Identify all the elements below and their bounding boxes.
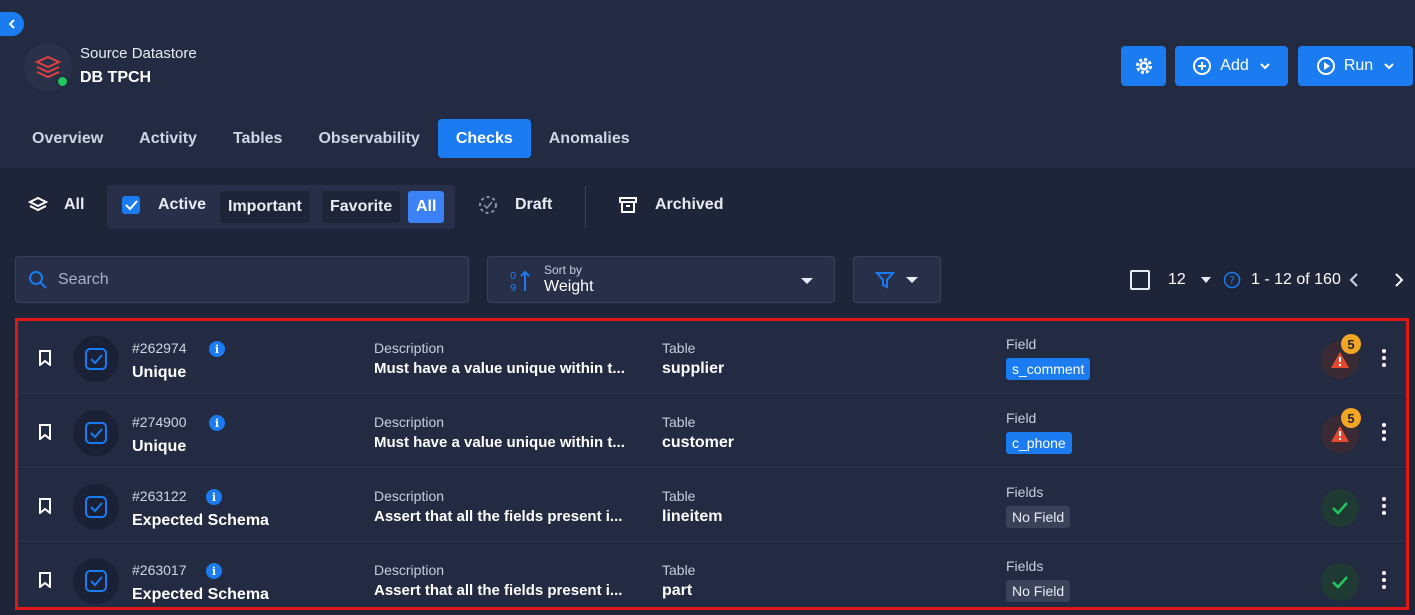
check-square-icon (122, 196, 140, 214)
chip-important[interactable]: Important (220, 191, 310, 223)
caret-down-icon (906, 276, 918, 283)
chip-favorite[interactable]: Favorite (322, 191, 401, 223)
next-page-button[interactable] (1393, 268, 1405, 292)
chevron-down-icon (1260, 63, 1270, 70)
plus-circle-icon (1193, 57, 1212, 75)
caret-down-icon (1200, 277, 1211, 283)
prev-page-button[interactable] (1348, 268, 1360, 292)
svg-text:9: 9 (510, 283, 516, 293)
svg-text:?: ? (1229, 274, 1235, 287)
sort-label: Sort by (544, 263, 583, 277)
tab-anomalies[interactable]: Anomalies (531, 119, 648, 158)
funnel-icon (875, 271, 895, 289)
chip-all[interactable]: All (408, 191, 445, 223)
gear-icon (1135, 58, 1152, 74)
archive-icon (619, 197, 637, 213)
page-size-select[interactable]: 12 (1168, 268, 1212, 292)
filter-active-label: Active (158, 196, 207, 213)
sort-icon: 0 9 (510, 270, 530, 293)
checkbox-icon (1130, 270, 1150, 290)
select-all-checkbox[interactable] (1130, 268, 1150, 292)
layers-icon (28, 196, 48, 212)
datastore-tabs: Overview Activity Tables Observability C… (14, 119, 648, 158)
filter-archived[interactable]: Archived (618, 186, 723, 224)
tab-tables[interactable]: Tables (215, 119, 301, 158)
tab-activity[interactable]: Activity (121, 119, 215, 158)
datastore-type-label: Source Datastore (80, 45, 197, 62)
tab-checks[interactable]: Checks (437, 119, 531, 158)
play-circle-icon (1316, 57, 1335, 75)
datastore-name: DB TPCH (80, 69, 152, 86)
draft-circle-icon (479, 196, 497, 214)
filter-button[interactable] (853, 256, 941, 303)
sort-value: Weight (544, 278, 594, 295)
page-size-value: 12 (1168, 271, 1186, 288)
filter-all-label: All (64, 196, 85, 213)
svg-text:0: 0 (510, 271, 516, 282)
run-button-label: Run (1343, 57, 1374, 74)
filter-draft[interactable]: Draft (477, 186, 552, 224)
pagination-range: 1 - 12 of 160 (1251, 271, 1341, 288)
connection-status-dot (56, 75, 69, 88)
sort-select[interactable]: 0 9 Sort by Weight (487, 256, 835, 303)
filter-divider (585, 186, 586, 228)
chevron-left-icon (1349, 273, 1358, 287)
settings-button[interactable] (1121, 46, 1166, 86)
run-button[interactable]: Run (1298, 46, 1413, 86)
filter-all[interactable]: All (28, 186, 84, 224)
chevron-down-icon (1384, 63, 1394, 70)
search-icon (29, 270, 47, 289)
tab-overview[interactable]: Overview (14, 119, 121, 158)
search-input[interactable] (58, 270, 438, 289)
add-button-label: Add (1220, 57, 1249, 74)
help-circle-icon[interactable]: ? (1223, 271, 1241, 289)
caret-down-icon (801, 278, 813, 284)
tab-observability[interactable]: Observability (300, 119, 437, 158)
chevron-right-icon (1395, 273, 1404, 287)
search-box (15, 256, 469, 303)
chevron-left-icon (8, 19, 15, 29)
collapse-sidebar-button[interactable] (0, 12, 24, 36)
highlighted-check-list (15, 318, 1409, 610)
add-button[interactable]: Add (1175, 46, 1288, 86)
pagination-info: ? 1 - 12 of 160 (1223, 268, 1341, 292)
filter-active[interactable]: Active (120, 186, 206, 224)
filter-archived-label: Archived (655, 196, 724, 213)
filter-draft-label: Draft (515, 196, 553, 213)
